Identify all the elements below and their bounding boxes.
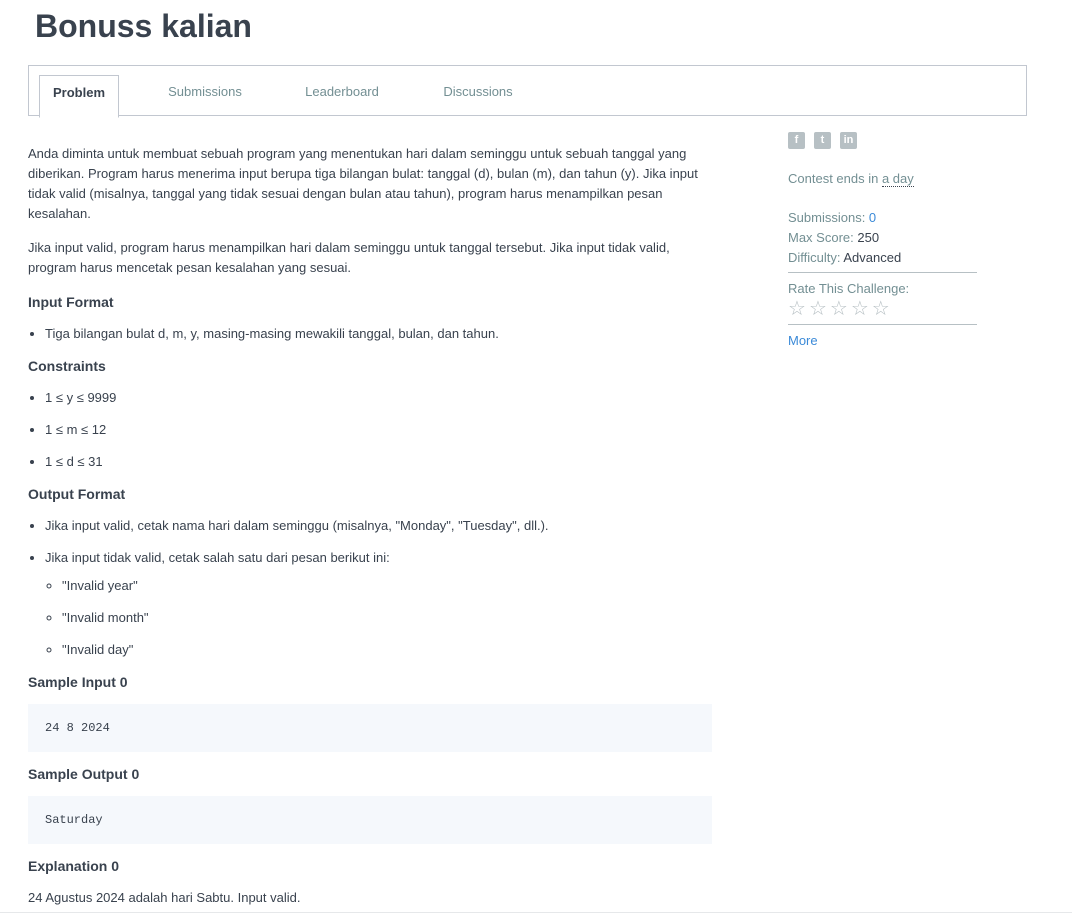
list-item: Jika input valid, cetak nama hari dalam … bbox=[45, 516, 718, 536]
difficulty-value: Advanced bbox=[843, 250, 902, 265]
star-icon[interactable]: ☆ bbox=[830, 299, 848, 319]
submissions-label: Submissions: bbox=[788, 210, 869, 225]
submissions-count-link[interactable]: 0 bbox=[869, 210, 876, 225]
input-format-heading: Input Format bbox=[28, 294, 114, 310]
tab-leaderboard[interactable]: Leaderboard bbox=[299, 75, 385, 117]
difficulty-label: Difficulty: bbox=[788, 250, 844, 265]
more-link[interactable]: More bbox=[788, 331, 977, 351]
star-icon[interactable]: ☆ bbox=[872, 299, 890, 319]
list-item: Jika input tidak valid, cetak salah satu… bbox=[45, 548, 718, 660]
max-score-stat: Max Score: 250 bbox=[788, 228, 977, 248]
input-format-list: Tiga bilangan bulat d, m, y, masing-masi… bbox=[28, 324, 718, 344]
tab-problem[interactable]: Problem bbox=[39, 75, 119, 118]
contest-ends-time: a day bbox=[881, 171, 914, 187]
constraints-list: 1 ≤ y ≤ 9999 1 ≤ m ≤ 12 1 ≤ d ≤ 31 bbox=[28, 388, 718, 472]
challenge-sidebar: f t in Contest ends in a day Submissions… bbox=[788, 132, 977, 351]
facebook-icon[interactable]: f bbox=[788, 132, 805, 149]
star-icon[interactable]: ☆ bbox=[788, 299, 806, 319]
list-item: 1 ≤ m ≤ 12 bbox=[45, 420, 718, 440]
explanation-text: 24 Agustus 2024 adalah hari Sabtu. Input… bbox=[28, 890, 301, 905]
output-format-heading: Output Format bbox=[28, 486, 126, 502]
max-score-label: Max Score: bbox=[788, 230, 858, 245]
star-icon[interactable]: ☆ bbox=[851, 299, 869, 319]
social-share: f t in bbox=[788, 132, 977, 149]
error-messages-list: "Invalid year" "Invalid month" "Invalid … bbox=[45, 576, 718, 660]
rate-challenge-label: Rate This Challenge: bbox=[788, 281, 910, 296]
divider bbox=[788, 324, 977, 325]
constraints-heading: Constraints bbox=[28, 358, 106, 374]
contest-ends-label: Contest ends in bbox=[788, 171, 882, 186]
difficulty-stat: Difficulty: Advanced bbox=[788, 248, 977, 268]
intro-paragraph-1: Anda diminta untuk membuat sebuah progra… bbox=[28, 146, 698, 221]
list-item: 1 ≤ y ≤ 9999 bbox=[45, 388, 718, 408]
explanation-heading: Explanation 0 bbox=[28, 858, 120, 874]
divider bbox=[0, 912, 1072, 913]
tab-bar: Problem Submissions Leaderboard Discussi… bbox=[28, 65, 1027, 118]
sample-input-heading: Sample Input 0 bbox=[28, 674, 128, 690]
sample-output-heading: Sample Output 0 bbox=[28, 766, 140, 782]
list-item-text: Jika input tidak valid, cetak salah satu… bbox=[45, 550, 390, 565]
problem-statement: Anda diminta untuk membuat sebuah progra… bbox=[28, 144, 718, 922]
list-item: "Invalid month" bbox=[62, 608, 718, 628]
tab-discussions[interactable]: Discussions bbox=[437, 75, 519, 117]
list-item: "Invalid day" bbox=[62, 640, 718, 660]
page-title: Bonuss kalian bbox=[35, 8, 252, 44]
max-score-value: 250 bbox=[857, 230, 880, 245]
list-item: "Invalid year" bbox=[62, 576, 718, 596]
output-format-list: Jika input valid, cetak nama hari dalam … bbox=[28, 516, 718, 660]
divider bbox=[788, 272, 977, 273]
linkedin-icon[interactable]: in bbox=[840, 132, 857, 149]
star-icon[interactable]: ☆ bbox=[809, 299, 827, 319]
intro-paragraph-2: Jika input valid, program harus menampil… bbox=[28, 240, 670, 275]
twitter-icon[interactable]: t bbox=[814, 132, 831, 149]
list-item: 1 ≤ d ≤ 31 bbox=[45, 452, 718, 472]
sample-output-code[interactable]: Saturday bbox=[28, 796, 712, 844]
list-item: Tiga bilangan bulat d, m, y, masing-masi… bbox=[45, 324, 718, 344]
contest-ends: Contest ends in a day bbox=[788, 169, 977, 189]
star-rating: ☆ ☆ ☆ ☆ ☆ bbox=[788, 299, 977, 319]
tab-submissions[interactable]: Submissions bbox=[159, 75, 251, 117]
submissions-stat: Submissions: 0 bbox=[788, 208, 977, 228]
sample-input-code[interactable]: 24 8 2024 bbox=[28, 704, 712, 752]
